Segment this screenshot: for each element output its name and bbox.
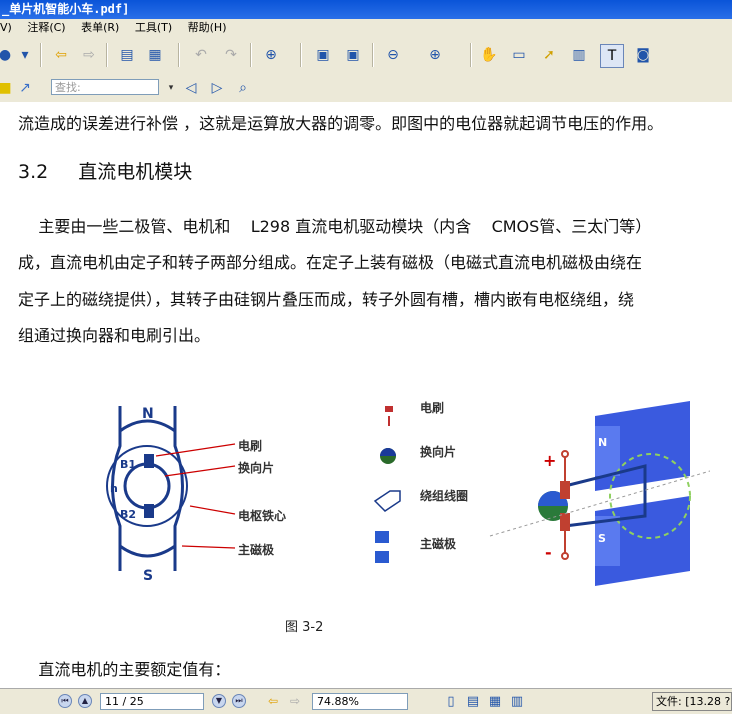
label-south: S [143,568,153,584]
zoom-field[interactable]: 74.88% [312,693,408,710]
label-north: N [142,406,154,422]
next-page-icon[interactable]: ▼ [212,694,226,708]
label-commutator: 换向片 [238,460,274,475]
text-line: 定子上的磁绕提供），其转子由硅钢片叠压而成，转子外圆有槽，槽内嵌有电枢绕组，绕 [18,290,635,309]
menu-item-forms[interactable]: 表单(R) [81,19,119,37]
section-heading: 3.2 直流电机模块 [18,157,192,184]
pole-label-s: S [598,532,606,545]
motor-figure: N S B1 B2 n 电刷 换向片 电枢铁心 主磁极 电刷 换向片 绕组线圈 … [106,400,710,586]
continuous-icon[interactable]: ▤ [462,690,484,712]
snapshot-icon[interactable]: ▭ [508,44,530,66]
arrow-icon[interactable]: ↗ [14,77,36,99]
pole-label-n: N [598,436,607,449]
label-n: n [110,482,118,495]
legend-commutator: 换向片 [420,444,456,459]
file-info: 文件: [13.28 ? [652,692,732,711]
find-icon[interactable]: ⌕ [232,77,254,99]
search-input[interactable]: 查找: [51,79,159,95]
label-b1: B1 [120,458,136,471]
select-arrow-icon[interactable]: ➚ [538,44,560,66]
text-line: 成，直流电机由定子和转子两部分组成。在定子上装有磁极（电磁式直流电机磁极由绕在 [18,253,643,272]
label-armature-core: 电枢铁心 [238,508,286,523]
facing-icon[interactable]: ▦ [484,690,506,712]
back-view-icon[interactable]: ⇦ [262,690,284,712]
label-brush: 电刷 [238,438,262,453]
search-dropdown-icon[interactable]: ▾ [160,77,182,99]
legend-coil: 绕组线圈 [420,488,468,503]
fit-page-icon[interactable]: ▣ [312,44,334,66]
zoom-in-icon[interactable]: ⊕ [424,44,446,66]
column-select-icon[interactable]: ▥ [568,44,590,66]
heading-text: 直流电机模块 [78,161,193,183]
menu-bar: V) 注释(C) 表单(R) 工具(T) 帮助(H) [0,19,732,37]
text-select-icon[interactable]: T [600,44,624,68]
label-main-pole: 主磁极 [238,542,275,557]
hand-tool-icon[interactable]: ✋ [478,44,500,66]
menu-item-help[interactable]: 帮助(H) [188,19,227,37]
menu-item-tools[interactable]: 工具(T) [135,19,172,37]
label-plus: + [543,451,556,470]
redo-icon[interactable]: ↷ [220,44,242,66]
main-toolbar: ● ▾ ⇦ ⇨ ▤ ▦ ↶ ↷ ⊕ ▣ ▣ ⊖ ⊕ ✋ ▭ ➚ ▥ T ◙ [0,37,732,75]
text-line: 直流电机的主要额定值有： [18,660,231,679]
camera-icon[interactable]: ◙ [632,44,654,66]
print-icon[interactable]: ▦ [144,44,166,66]
search-toolbar: ■ ↗ 查找: ▾ ◁ ▷ ⌕ [0,74,732,103]
menu-item-annotate[interactable]: 注释(C) [27,19,65,37]
find-previous-icon[interactable]: ◁ [180,77,202,99]
previous-page-icon[interactable]: ▲ [78,694,92,708]
text-line: 组通过换向器和电刷引出。 [18,326,211,345]
menu-item-view[interactable]: V) [0,19,12,37]
back-arrow-icon[interactable]: ⇦ [50,44,72,66]
forward-arrow-icon[interactable]: ⇨ [78,44,100,66]
page-number-field[interactable]: 11 / 25 [100,693,204,710]
forward-view-icon[interactable]: ⇨ [284,690,306,712]
legend-brush: 电刷 [420,400,444,415]
figure-caption: 图 3-2 [285,620,324,635]
undo-icon[interactable]: ↶ [190,44,212,66]
single-page-icon[interactable]: ▯ [440,690,462,712]
label-minus: - [545,543,552,562]
heading-number: 3.2 [18,161,49,183]
fit-width-icon[interactable]: ▣ [342,44,364,66]
first-page-icon[interactable]: ⏮ [58,694,72,708]
zoom-tool-icon[interactable]: ⊕ [260,44,282,66]
last-page-icon[interactable]: ⏭ [232,694,246,708]
page-setup-icon[interactable]: ▤ [116,44,138,66]
zoom-out-icon[interactable]: ⊖ [382,44,404,66]
find-next-icon[interactable]: ▷ [206,77,228,99]
status-bar: ⏮ ▲ 11 / 25 ▼ ⏭ ⇦ ⇨ 74.88% ▯ ▤ ▦ ▥ 文件: [… [0,688,732,714]
text-line: 流造成的误差进行补偿 ，这就是运算放大器的调零。即图中的电位器就起调节电压的作用… [18,114,664,133]
nav-down-icon[interactable]: ▾ [14,44,36,66]
label-b2: B2 [120,508,136,521]
window-title: _单片机智能小车.pdf] [0,0,732,19]
document-view: 流造成的误差进行补偿 ，这就是运算放大器的调零。即图中的电位器就起调节电压的作用… [0,102,732,688]
continuous-facing-icon[interactable]: ▥ [506,690,528,712]
legend-main-pole: 主磁极 [420,536,457,551]
text-line: 主要由一些二极管、电机和 L298 直流电机驱动模块（内含 CMOS管、三太门等… [18,217,652,236]
